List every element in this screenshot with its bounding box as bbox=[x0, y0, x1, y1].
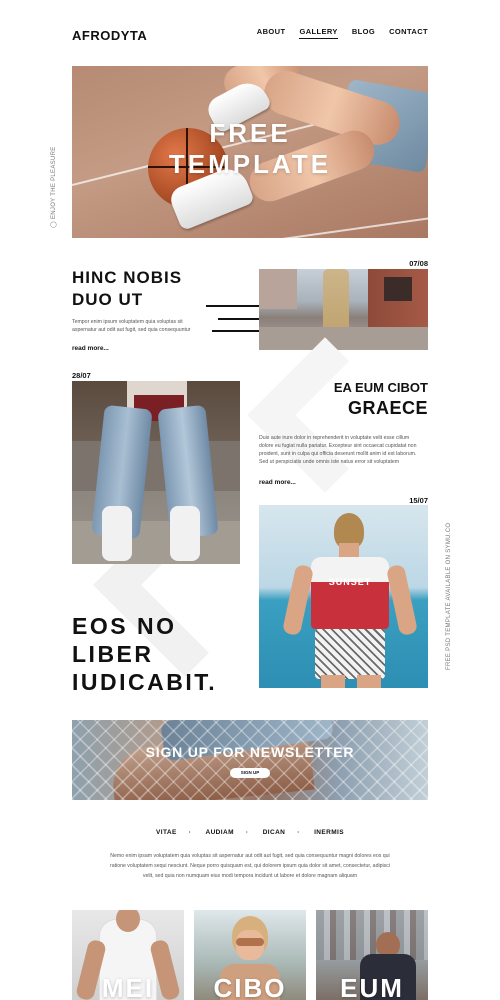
decor-line bbox=[212, 330, 260, 332]
tag-list: VITAE · AUDIAM · DICAN · INERMIS bbox=[156, 829, 344, 836]
intro-paragraph: Nemo enim ipsam voluptatem quia voluptas… bbox=[110, 853, 390, 879]
article2-title[interactable]: EA EUM CIBOT GRAECE bbox=[334, 378, 428, 418]
circle-icon: ◯ bbox=[51, 219, 57, 228]
signup-button[interactable]: SIGN UP bbox=[230, 768, 270, 778]
article2-date: 28/07 bbox=[72, 371, 91, 380]
article1-read-more[interactable]: read more... bbox=[72, 345, 109, 352]
nav-contact[interactable]: CONTACT bbox=[389, 27, 428, 39]
category-card-cibo[interactable]: CIBO bbox=[194, 910, 306, 1000]
nav-about[interactable]: ABOUT bbox=[257, 27, 286, 39]
article2-photo[interactable] bbox=[72, 381, 240, 564]
article1-photo[interactable] bbox=[259, 269, 428, 350]
tag-item[interactable]: AUDIAM bbox=[205, 829, 233, 836]
side-text-right: FREE PSD TEMPLATE AVAILABLE ON SYMU.CO bbox=[446, 522, 452, 670]
card-label: MEI bbox=[101, 973, 155, 1000]
nav-gallery[interactable]: GALLERY bbox=[299, 27, 338, 39]
category-card-mei[interactable]: MEI bbox=[72, 910, 184, 1000]
tag-item[interactable]: INERMIS bbox=[314, 829, 344, 836]
nav-blog[interactable]: BLOG bbox=[352, 27, 375, 39]
newsletter-banner: SIGN UP FOR NEWSLETTER SIGN UP bbox=[72, 720, 428, 800]
hero-image: FREE TEMPLATE bbox=[72, 66, 428, 238]
decor-line bbox=[218, 318, 260, 320]
hero-banner[interactable]: FREE TEMPLATE bbox=[72, 66, 428, 238]
article1-date: 07/08 bbox=[409, 259, 428, 268]
decor-line bbox=[206, 305, 260, 307]
card-label: CIBO bbox=[213, 973, 287, 1000]
site-logo[interactable]: AFRODYTA bbox=[72, 28, 147, 43]
category-card-eum[interactable]: EUM bbox=[316, 910, 428, 1000]
article1-excerpt: Tempor enim ipsum voluptatem quia volupt… bbox=[72, 319, 191, 333]
side-text-left: ◯ ENJOY THE PLEASURE bbox=[51, 146, 57, 228]
newsletter-title: SIGN UP FOR NEWSLETTER bbox=[145, 744, 355, 760]
quote-heading: EOS NO LIBER IUDICABIT. bbox=[72, 613, 218, 695]
tag-item[interactable]: DICAN bbox=[263, 829, 286, 836]
tag-item[interactable]: VITAE bbox=[156, 829, 177, 836]
hero-title-line2: TEMPLATE bbox=[168, 149, 332, 179]
article3-date: 15/07 bbox=[409, 496, 428, 505]
card-label: EUM bbox=[340, 973, 404, 1000]
hero-title-line1: FREE bbox=[209, 118, 291, 148]
main-nav: ABOUT GALLERY BLOG CONTACT bbox=[257, 27, 428, 39]
article2-excerpt: Duis aute irure dolor in reprehenderit i… bbox=[259, 435, 417, 465]
article3-photo[interactable]: SUNSET bbox=[259, 505, 428, 688]
article2-read-more[interactable]: read more... bbox=[259, 479, 296, 486]
fence-pattern bbox=[72, 720, 428, 800]
article1-title[interactable]: HINC NOBIS DUO UT bbox=[72, 267, 182, 311]
shirt-print: SUNSET bbox=[328, 577, 372, 587]
